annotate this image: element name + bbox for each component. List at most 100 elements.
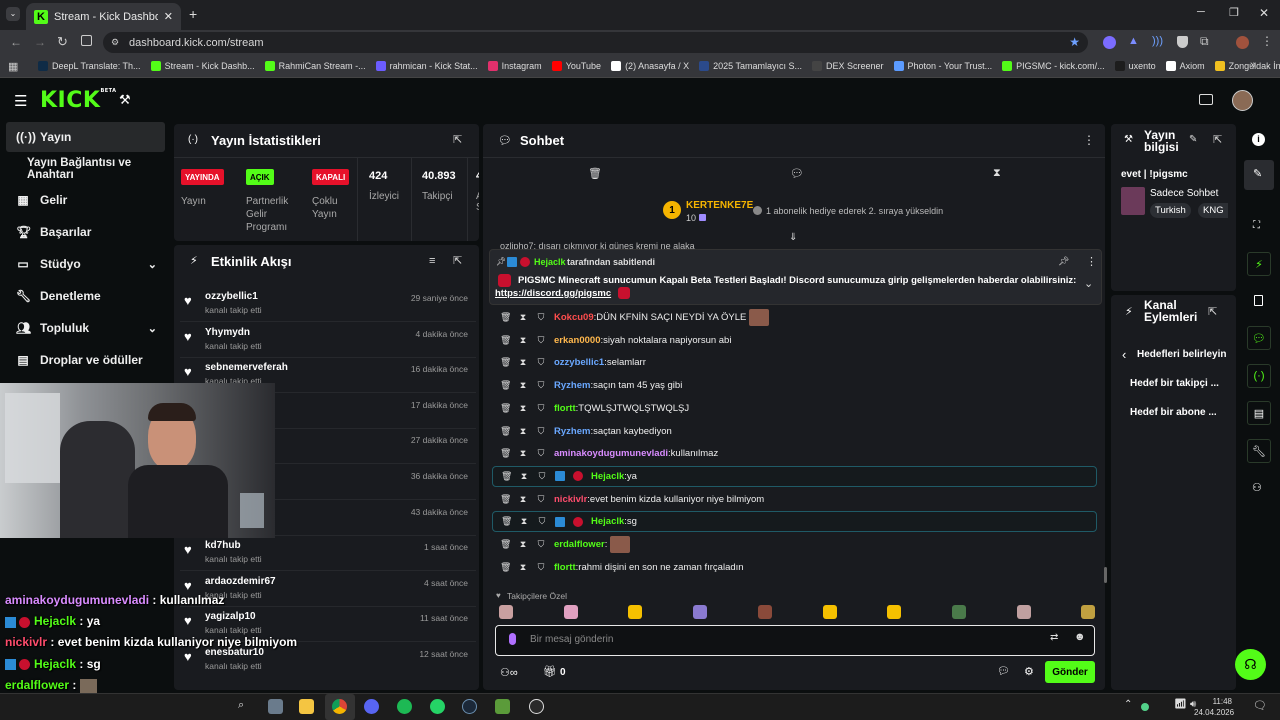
bookmark-item[interactable]: Axiom (1165, 61, 1205, 71)
emote-icon[interactable] (1081, 605, 1096, 619)
delete-icon[interactable]: 🗑︎ (500, 539, 511, 550)
popout-icon[interactable]: ⇱ (453, 133, 462, 146)
delete-icon[interactable]: 🗑︎ (500, 312, 511, 323)
bookmark-item[interactable]: YouTube (551, 61, 601, 71)
sidebar-item-revenue[interactable]: ▦ Gelir (6, 185, 165, 215)
sidebar-item-drops[interactable]: ▤ Droplar ve ödüller (6, 345, 165, 375)
minecraft-icon[interactable] (495, 699, 510, 714)
bookmark-item[interactable]: DEX Screener (811, 61, 884, 71)
discord-icon[interactable] (364, 699, 379, 714)
delete-icon[interactable]: 🗑︎ (501, 471, 512, 482)
bookmark-item[interactable]: DeepL Translate: Th... (38, 61, 141, 71)
chat-bubble-icon[interactable]: 💬︎ (997, 666, 1010, 677)
rail-wallet-button[interactable]: ▤ (1247, 401, 1271, 425)
chat-username[interactable]: ozzybellic1 (554, 357, 604, 368)
close-tab-icon[interactable]: ✕ (164, 10, 173, 23)
close-window-icon[interactable]: ✕ (1259, 6, 1269, 20)
spotify-icon[interactable] (397, 699, 412, 714)
gift-box-icon[interactable]: 🎁︎ (543, 665, 557, 678)
chat-menu-icon[interactable]: ⋮ (1083, 133, 1095, 147)
profile-avatar-icon[interactable] (1236, 36, 1249, 49)
tray-app-icon[interactable] (1141, 703, 1149, 711)
search-icon[interactable]: ⌕ (238, 699, 244, 712)
minimize-icon[interactable]: ─ (1197, 6, 1205, 18)
pin-tool-icon[interactable]: ⚒ (119, 92, 131, 108)
timeout-icon[interactable]: ⧗ (518, 448, 528, 459)
clock-date[interactable]: 24.04.2026 (1194, 708, 1234, 717)
kick-logo[interactable]: KICKBETA (40, 88, 117, 113)
delete-icon[interactable]: 🗑︎ (501, 516, 512, 527)
event-username[interactable]: ardaozdemir67 (205, 576, 276, 587)
notification-icon[interactable]: 🗨︎ (1253, 699, 1267, 712)
chat-username[interactable]: Hejaclk (591, 516, 624, 527)
bookmark-star-icon[interactable]: ★ (1069, 35, 1080, 49)
chat-username[interactable]: Hejaclk (591, 471, 624, 482)
extension-icon-4[interactable] (1177, 36, 1188, 48)
bookmark-item[interactable]: Stream - Kick Dashb... (150, 61, 255, 71)
send-button[interactable]: Gönder (1045, 661, 1095, 683)
timeout-icon[interactable]: ⧗ (518, 357, 528, 368)
delete-icon[interactable]: 🗑︎ (500, 335, 511, 346)
network-icon[interactable]: 📶︎ (1174, 699, 1187, 710)
emote-icon[interactable] (887, 605, 902, 619)
chat-username[interactable]: Kokcu09 (554, 312, 594, 323)
share-icon[interactable]: ⚇ (1252, 481, 1262, 494)
delete-icon[interactable]: 🗑︎ (500, 448, 511, 459)
emote-icon[interactable] (951, 605, 966, 619)
folder-icon[interactable] (299, 699, 314, 714)
pinned-link[interactable]: https://discord.gg/pigsmc (495, 288, 611, 299)
browser-menu-icon[interactable]: ⋮ (1261, 34, 1273, 48)
chat-username[interactable]: nickivlr (554, 494, 587, 505)
extension-icon-1[interactable] (1103, 36, 1116, 49)
bookmark-item[interactable]: Instagram (487, 61, 542, 71)
site-info-icon[interactable]: ⚙ (111, 37, 119, 48)
reload-icon[interactable]: ↻ (57, 34, 68, 50)
bookmark-item[interactable]: rahmican - Kick Stat... (375, 61, 478, 71)
address-bar[interactable]: ⚙ dashboard.kick.com/stream ★ (103, 32, 1088, 53)
support-headset-button[interactable]: ☊ (1235, 649, 1266, 680)
event-username[interactable]: sebnemerveferah (205, 362, 288, 373)
whatsapp-icon[interactable] (430, 699, 445, 714)
rail-broadcast-button[interactable]: (·) (1247, 364, 1271, 388)
tag-pill[interactable]: KNG (1198, 203, 1228, 218)
extension-icon-2[interactable]: ▲ (1128, 35, 1139, 47)
steam-icon[interactable] (462, 699, 477, 714)
category-name[interactable]: Sadece Sohbet (1150, 188, 1218, 199)
emote-icon[interactable] (757, 605, 772, 619)
sidebar-item-community[interactable]: 👥︎ Topluluk ⌄ (6, 313, 165, 343)
rail-tools-button[interactable]: 🔧︎ (1247, 439, 1271, 463)
filter-icon[interactable]: ≡ (429, 255, 435, 267)
tray-chevron-icon[interactable]: ⌃ (1124, 699, 1132, 710)
gifter-name[interactable]: KERTENKE7E (686, 200, 753, 211)
extensions-puzzle-icon[interactable]: ⧉ (1200, 34, 1209, 49)
browser-tab[interactable]: K Stream - Kick Dashboard ✕ (26, 3, 181, 30)
back-chevron-icon[interactable]: ‹ (1122, 347, 1126, 362)
emote-icon[interactable] (822, 605, 837, 619)
bookmark-item[interactable]: uxento (1114, 61, 1156, 71)
bookmark-item[interactable]: RahmiCan Stream -... (264, 61, 366, 71)
clock-time[interactable]: 11:48 (1204, 697, 1232, 706)
fullscreen-icon[interactable]: ⛶ (1253, 220, 1260, 231)
timeout-icon[interactable]: ⧗ (518, 312, 528, 323)
bookmark-item[interactable]: Photon - Your Trust... (893, 61, 992, 71)
event-username[interactable]: yagizalp10 (205, 611, 256, 622)
chat-username[interactable]: flortt (554, 562, 576, 573)
new-tab-icon[interactable]: + (189, 6, 197, 22)
maximize-icon[interactable]: ❐ (1229, 6, 1239, 19)
hamburger-menu-icon[interactable]: ☰ (14, 92, 27, 110)
popout-icon[interactable]: ⇱ (453, 254, 462, 267)
goals-back-label[interactable]: Hedefleri belirleyin (1137, 349, 1226, 360)
chrome-icon[interactable] (332, 699, 347, 714)
extension-icon-3[interactable]: ))) (1152, 35, 1163, 47)
info-icon[interactable]: i (1252, 133, 1265, 146)
delete-icon[interactable]: 🗑︎ (500, 357, 511, 368)
popout-icon[interactable]: ⇱ (1213, 133, 1222, 146)
chat-scrollbar[interactable] (1104, 567, 1107, 583)
bookmarks-overflow-icon[interactable]: » (1250, 59, 1256, 71)
sidebar-item-studio[interactable]: ▭ Stüdyo ⌄ (6, 249, 165, 279)
timeout-icon[interactable]: ⧗ (518, 426, 528, 437)
bookmark-item[interactable]: 2025 Tamamlayıcı S... (699, 61, 802, 71)
delete-icon[interactable]: 🗑︎ (500, 380, 511, 391)
goal-subscriber-item[interactable]: Hedef bir abone ... (1130, 407, 1217, 418)
tag-pill[interactable]: Turkish (1150, 203, 1191, 218)
